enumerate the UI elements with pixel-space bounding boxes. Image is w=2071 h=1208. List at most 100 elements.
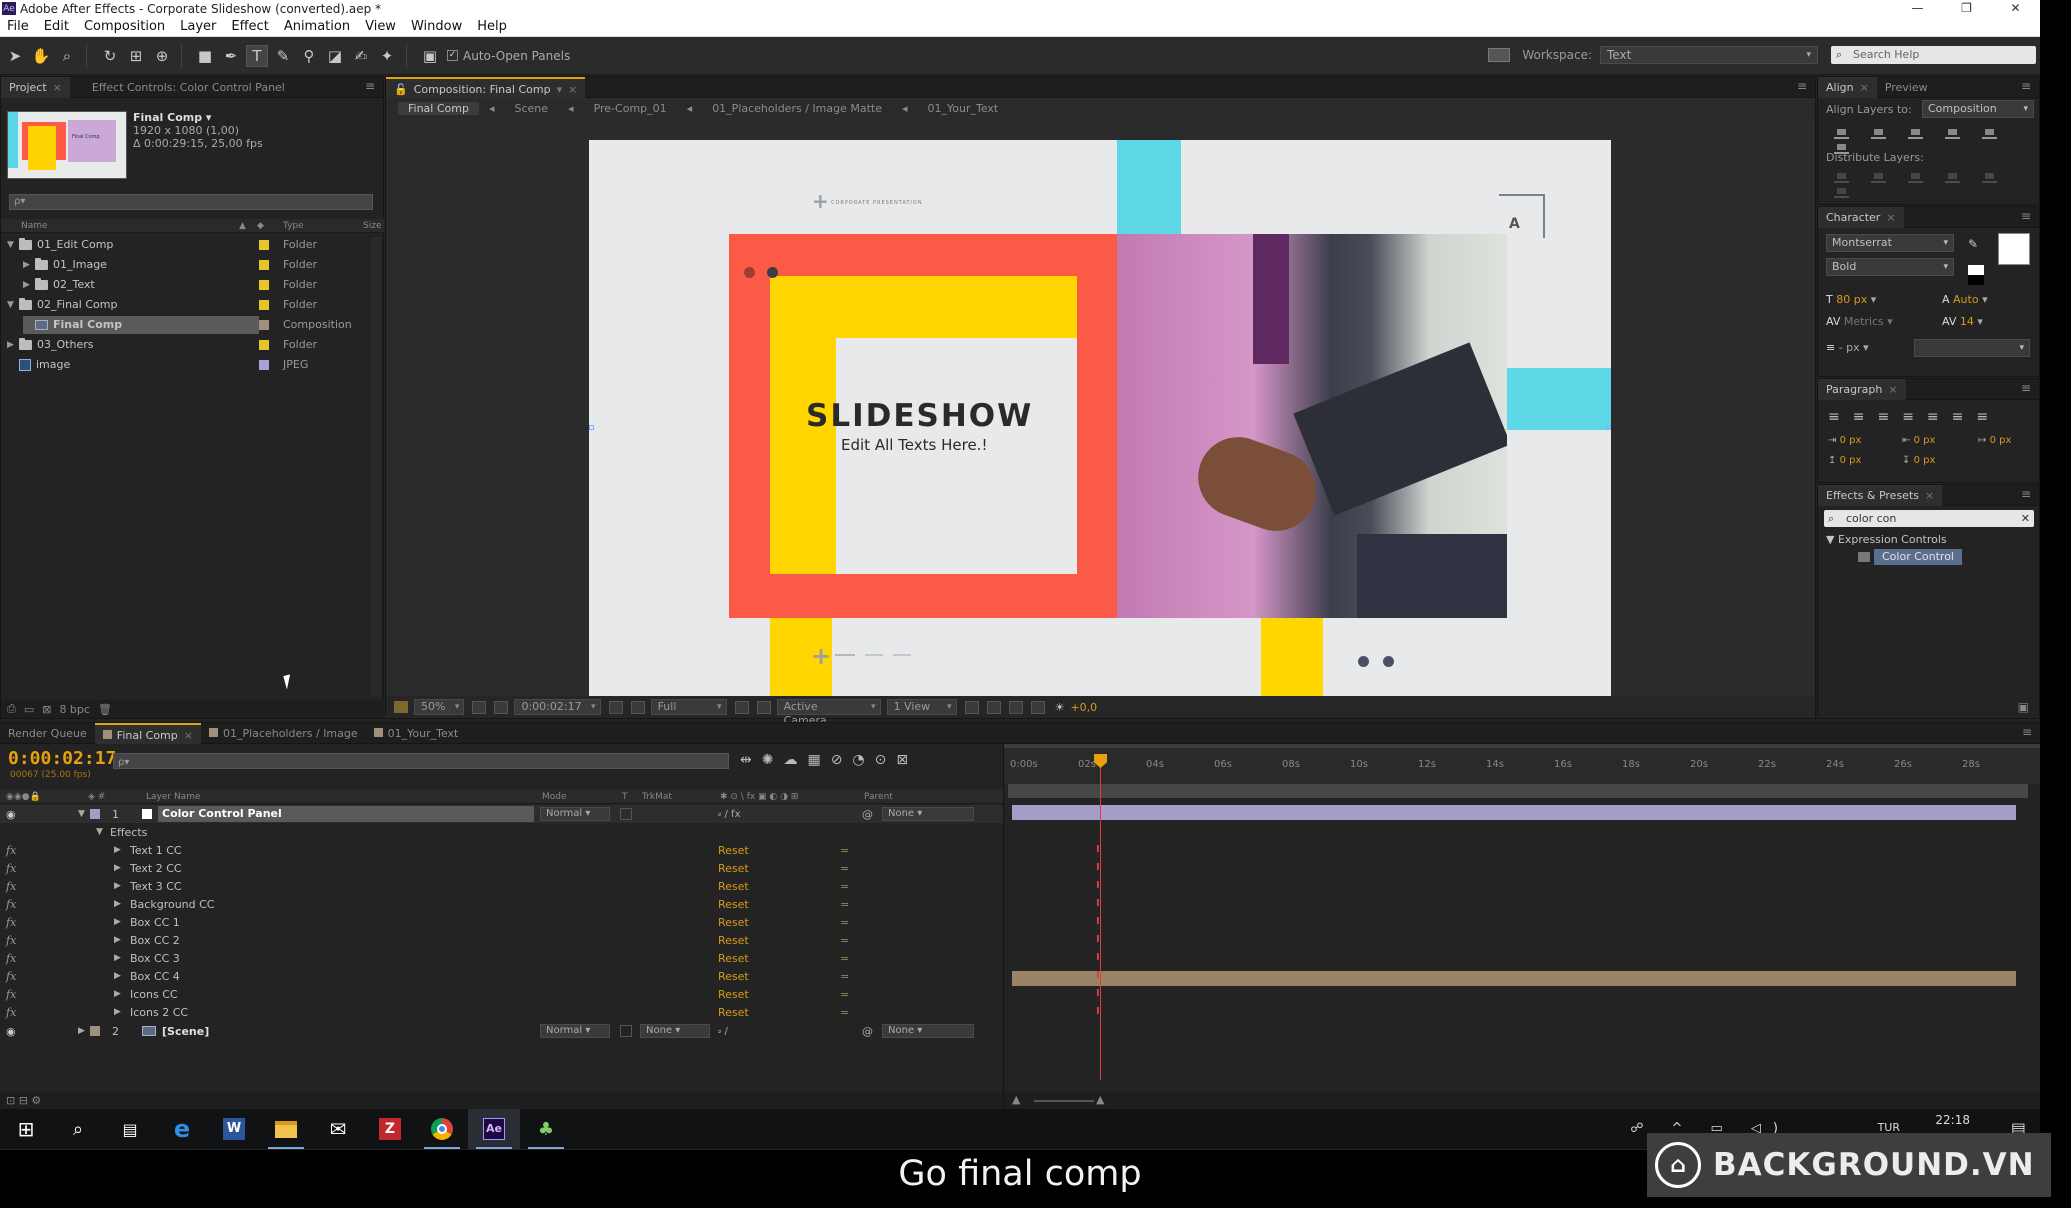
pickwhip-icon[interactable]: @ (862, 808, 873, 821)
effect-row[interactable]: fx ▶ Box CC 2 Reset = (0, 931, 1003, 949)
fx-icon[interactable]: fx (6, 898, 16, 911)
eraser-tool-icon[interactable]: ◪ (324, 45, 346, 67)
tab-project[interactable]: Project × (1, 76, 70, 98)
zoom-tool-icon[interactable]: ⌕ (56, 45, 78, 67)
menu-file[interactable]: File (0, 19, 37, 34)
twirl-closed-icon[interactable]: ▶ (114, 953, 121, 963)
selection-tool-icon[interactable]: ➤ (4, 45, 26, 67)
effect-row[interactable]: fx ▶ Icons CC Reset = (0, 985, 1003, 1003)
expression-icon[interactable]: = (840, 916, 849, 929)
reset-link[interactable]: Reset (718, 862, 749, 875)
project-item[interactable]: ▶ 03_Others Folder (1, 335, 384, 355)
timeline-icon[interactable] (1008, 700, 1023, 714)
edge-icon[interactable]: e (156, 1109, 208, 1149)
fx-icon[interactable]: fx (6, 970, 16, 983)
time-ruler[interactable]: 0:00s 02s 04s 06s 08s 10s 12s 14s 16s 18s 20s 22s 24… (1004, 748, 2040, 784)
explorer-icon[interactable] (260, 1109, 312, 1149)
twirl-closed-icon[interactable]: ▶ (78, 1026, 85, 1036)
av-switches-icon[interactable]: ◉◉●🔒 (6, 792, 41, 802)
menu-help[interactable]: Help (470, 19, 515, 34)
twirl-closed-icon[interactable]: ▶ (7, 336, 19, 354)
restore-button[interactable]: ❐ (1942, 0, 1991, 17)
panel-menu-icon[interactable]: ≡ (2021, 209, 2031, 223)
twirl-closed-icon[interactable]: ▶ (23, 276, 35, 294)
tab-paragraph[interactable]: Paragraph × (1818, 378, 1906, 400)
views-dropdown[interactable]: 1 View (886, 699, 957, 715)
app-icon[interactable]: ♣ (520, 1109, 572, 1149)
expression-icon[interactable]: = (840, 934, 849, 947)
parent-dropdown[interactable]: None ▾ (882, 807, 974, 821)
fx-icon[interactable]: fx (6, 988, 16, 1001)
tab-composition[interactable]: 🔓 Composition: Final Comp ▾ × (386, 76, 586, 98)
menu-layer[interactable]: Layer (173, 19, 224, 34)
reset-link[interactable]: Reset (718, 934, 749, 947)
twirl-closed-icon[interactable]: ▶ (114, 1007, 121, 1017)
toggle-switches-icon[interactable]: ⊡ ⊟ ⚙ (6, 1094, 41, 1107)
resolution-dropdown[interactable]: Full (650, 699, 727, 715)
search-icon[interactable]: ⌕ (52, 1109, 104, 1149)
space-before-field[interactable]: ↥ 0 px (1828, 455, 1861, 466)
expression-icon[interactable]: = (840, 862, 849, 875)
label-swatch[interactable] (259, 240, 269, 250)
distribute-vcenter-icon[interactable] (1871, 171, 1886, 183)
tracking-field[interactable]: AV 14 ▾ (1942, 315, 1983, 328)
snapping-icon[interactable]: ▣ (419, 45, 441, 67)
col-trkmat[interactable]: TrkMat (642, 792, 672, 802)
corporate-presentation-text[interactable]: CORPORATE PRESENTATION (831, 200, 923, 206)
twirl-closed-icon[interactable]: ▶ (114, 845, 121, 855)
fx-icon[interactable]: fx (6, 1006, 16, 1019)
blend-mode-dropdown[interactable]: Normal ▾ (540, 1024, 610, 1038)
tab-preview[interactable]: Preview (1877, 77, 1936, 98)
col-layer-name[interactable]: Layer Name (146, 792, 201, 802)
minimize-button[interactable]: — (1893, 0, 1942, 17)
tab-effects-presets[interactable]: Effects & Presets × (1818, 484, 1943, 506)
tab-character[interactable]: Character × (1818, 206, 1904, 228)
reset-link[interactable]: Reset (718, 1006, 749, 1019)
layer-switches[interactable]: ⸗ / (718, 1026, 728, 1037)
project-item[interactable]: image JPEG (1, 355, 384, 375)
col-t[interactable]: T (622, 792, 628, 802)
puppet-tool-icon[interactable]: ✦ (376, 45, 398, 67)
eye-icon[interactable]: ◉ (6, 1025, 16, 1038)
trash-icon[interactable]: 🗑 (98, 703, 112, 716)
playhead-line[interactable] (1100, 760, 1101, 1080)
blend-mode-dropdown[interactable]: Normal ▾ (540, 807, 610, 821)
distribute-bottom-icon[interactable] (1908, 171, 1923, 183)
twirl-closed-icon[interactable]: ▶ (114, 863, 121, 873)
label-swatch[interactable] (259, 260, 269, 270)
layer-row[interactable]: ◉ ▶ 2 [Scene] Normal ▾ None ▾ ⸗ / @ None… (0, 1022, 1003, 1040)
close-tab-icon[interactable]: × (53, 81, 62, 94)
align-top-icon[interactable] (1945, 127, 1960, 139)
pen-tool-icon[interactable]: ✒ (220, 45, 242, 67)
fx-icon[interactable]: fx (6, 880, 16, 893)
breadcrumb-placeholders[interactable]: 01_Placeholders / Image Matte (702, 102, 892, 115)
menu-edit[interactable]: Edit (37, 19, 77, 34)
twirl-closed-icon[interactable]: ▶ (114, 899, 121, 909)
mail-icon[interactable]: ✉ (312, 1109, 364, 1149)
label-col-icon[interactable]: ◆ (257, 221, 264, 231)
expression-icon[interactable]: = (840, 988, 849, 1001)
bpc-label[interactable]: 8 bpc (59, 703, 90, 716)
project-scrollbar[interactable] (371, 237, 381, 697)
current-time-field[interactable]: 0:00:02:17 (514, 699, 601, 715)
project-search-input[interactable]: ρ▾ (9, 194, 373, 210)
reset-link[interactable]: Reset (718, 952, 749, 965)
col-name[interactable]: Name (21, 221, 48, 231)
project-item[interactable]: ▼ 02_Final Comp Folder (1, 295, 384, 315)
align-left-icon[interactable] (1834, 127, 1849, 139)
comp-viewer[interactable]: CORPORATE PRESENTATION + SLIDESHOW Edit … (386, 118, 1815, 710)
task-view-icon[interactable]: ▤ (104, 1109, 156, 1149)
comp-name[interactable]: Final Comp ▾ (133, 111, 211, 124)
label-swatch[interactable] (259, 360, 269, 370)
indent-right-field[interactable]: ⇤ 0 px (1902, 435, 1935, 446)
camera-dropdown[interactable]: Active Camera (776, 699, 881, 727)
preserve-transparency-checkbox[interactable] (620, 1025, 632, 1037)
exposure-icon[interactable]: ☀ (1055, 701, 1065, 714)
preserve-transparency-checkbox[interactable] (620, 808, 632, 820)
zoom-slider[interactable] (1034, 1100, 1094, 1102)
twirl-open-icon[interactable]: ▼ (96, 827, 103, 837)
expression-icon[interactable]: = (840, 880, 849, 893)
reset-link[interactable]: Reset (718, 916, 749, 929)
panel-menu-icon[interactable]: ≡ (2022, 725, 2032, 739)
zoom-out-icon[interactable]: ▲ (1012, 1093, 1020, 1106)
